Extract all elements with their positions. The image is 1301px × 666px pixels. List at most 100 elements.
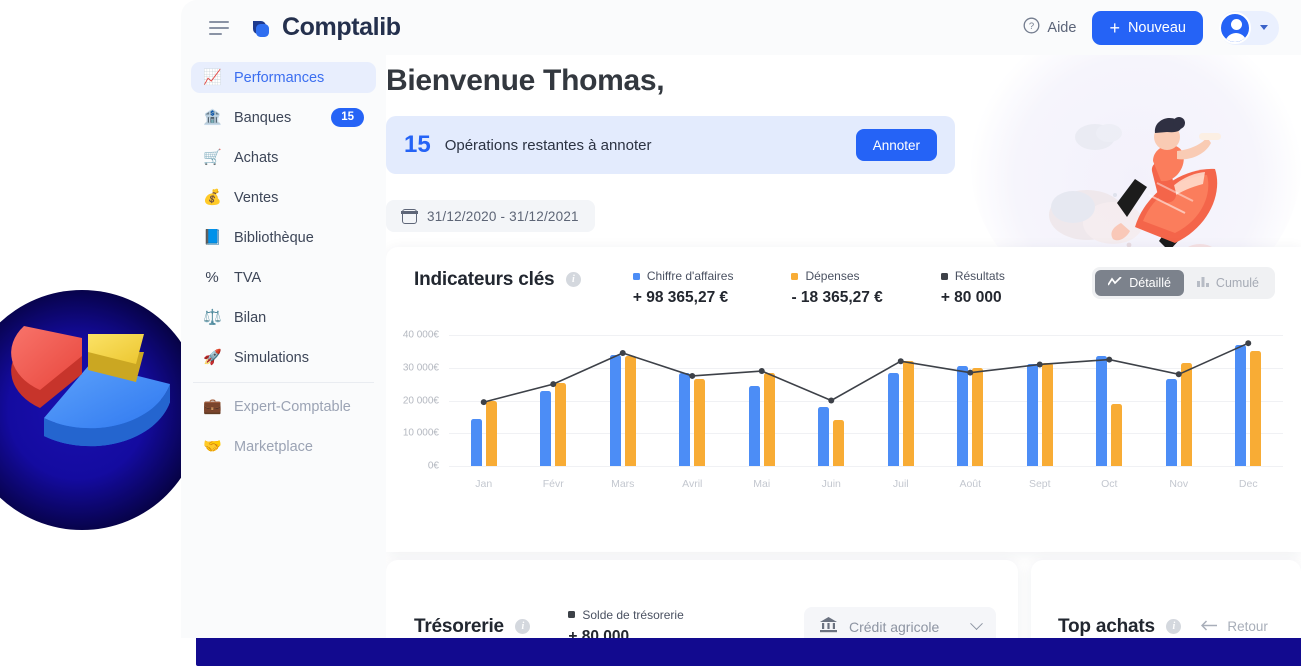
sidebar-item-ventes[interactable]: 💰 Ventes [191, 182, 376, 213]
nav-gap [181, 213, 386, 222]
plus-icon: + [1109, 17, 1120, 38]
kpi-value: - 18 365,27 € [791, 289, 883, 306]
sidebar-item-tva[interactable]: % TVA [191, 262, 376, 293]
sidebar: 📈 Performances 🏦 Banques 15 🛒 Achats 💰 V… [181, 55, 386, 638]
indicators-card: Indicateurs clés i Chiffre d'affaires + … [386, 247, 1301, 552]
sidebar-item-banques[interactable]: 🏦 Banques 15 [191, 102, 376, 133]
kpi-resultats: Résultats + 80 000 [940, 269, 1005, 307]
info-icon[interactable]: i [515, 618, 531, 634]
info-icon[interactable]: i [1166, 618, 1182, 634]
sidebar-item-label: Bilan [234, 309, 267, 326]
kpi-label-row: Solde de trésorerie [568, 607, 684, 622]
trend-line-icon [1107, 276, 1122, 290]
tresorerie-card: Trésorerie i Solde de trésorerie + 80 00… [386, 560, 1018, 638]
nav-gap [181, 422, 386, 431]
toggle-detailed[interactable]: Détaillé [1095, 270, 1184, 296]
kpi-label-row: Dépenses [791, 269, 882, 283]
sidebar-item-label: Banques [234, 109, 292, 126]
pending-count: 15 [404, 131, 431, 158]
calendar-icon [401, 208, 418, 224]
indicators-card-header: Indicateurs clés i Chiffre d'affaires + … [386, 247, 1301, 319]
sidebar-item-label: Performances [234, 69, 325, 86]
nav-gap [181, 253, 386, 262]
tresorerie-legend-label: Solde de trésorerie [582, 607, 684, 622]
kpi-list: Chiffre d'affaires + 98 365,27 € Dépense… [632, 269, 1005, 307]
hamburger-menu-icon[interactable] [209, 17, 229, 39]
kpi-depenses: Dépenses - 18 365,27 € [791, 269, 883, 307]
kpi-value: + 98 365,27 € [632, 289, 729, 306]
pending-text: Opérations restantes à annoter [444, 136, 652, 154]
date-range-text: 31/12/2020 - 31/12/2021 [427, 208, 579, 224]
top-achats-title: Top achats [1058, 615, 1155, 637]
legend-swatch-balance [568, 611, 576, 618]
bar-chart-icon [1196, 276, 1209, 290]
nav-gap [181, 293, 386, 302]
nav-gap [181, 93, 386, 102]
indicators-title-block: Indicateurs clés i [414, 269, 581, 291]
bottom-accent-strip [196, 638, 1301, 666]
brand-logo[interactable]: Comptalib [247, 13, 401, 42]
rocket-icon: 🚀 [203, 349, 222, 366]
nav-gap [181, 133, 386, 142]
back-button[interactable]: Retour [1201, 619, 1268, 634]
sidebar-item-label: Marketplace [234, 438, 313, 455]
sidebar-item-simulations[interactable]: 🚀 Simulations [191, 342, 376, 373]
sidebar-divider [193, 382, 374, 383]
sidebar-item-label: Achats [234, 149, 279, 166]
3d-pie-chart-illustration [0, 276, 202, 544]
brand-name: Comptalib [282, 13, 401, 41]
pending-operations-banner: 15 Opérations restantes à annoter Annote… [386, 116, 955, 174]
arrow-left-icon [1201, 619, 1218, 634]
bank-bowl-icon: 🏦 [203, 109, 222, 126]
sidebar-item-label: Bibliothèque [234, 229, 314, 246]
chart-increasing-icon: 📈 [203, 69, 222, 86]
chevron-down-icon [970, 617, 983, 631]
kpi-value: + 80 000 [940, 289, 1002, 306]
kpi-label: Dépenses [805, 269, 860, 283]
legend-swatch-revenue [632, 272, 640, 280]
sidebar-item-bibliotheque[interactable]: 📘 Bibliothèque [191, 222, 376, 253]
date-range-picker[interactable]: 31/12/2020 - 31/12/2021 [386, 200, 595, 232]
indicators-title: Indicateurs clés [414, 269, 555, 290]
kpi-label: Résultats [954, 269, 1005, 283]
sidebar-item-achats[interactable]: 🛒 Achats [191, 142, 376, 173]
user-avatar-icon [1219, 11, 1251, 44]
app-header: Comptalib ? Aide + Nouveau [181, 0, 1301, 55]
toggle-detailed-label: Détaillé [1129, 276, 1171, 290]
sidebar-item-label: TVA [234, 269, 262, 286]
nav-gap [181, 333, 386, 342]
sidebar-badge-banques: 15 [331, 108, 364, 127]
handshake-icon: 🤝 [203, 438, 222, 455]
shopping-cart-icon: 🛒 [203, 149, 222, 166]
balance-scale-icon: ⚖️ [203, 309, 222, 326]
kpi-label: Chiffre d'affaires [646, 269, 734, 283]
bank-selector[interactable]: Crédit agricole [804, 606, 996, 638]
legend-swatch-expenses [791, 272, 799, 280]
toggle-cumulated-label: Cumulé [1215, 276, 1259, 290]
sidebar-item-expert-comptable[interactable]: 💼 Expert-Comptable [191, 391, 376, 422]
nav-gap [181, 173, 386, 182]
sidebar-item-marketplace[interactable]: 🤝 Marketplace [191, 431, 376, 462]
info-icon[interactable]: i [565, 272, 581, 287]
sidebar-item-bilan[interactable]: ⚖️ Bilan [191, 302, 376, 333]
tresorerie-title: Trésorerie [414, 615, 504, 637]
screen-root: Comptalib ? Aide + Nouveau 📈 Performance… [0, 0, 1301, 666]
new-button[interactable]: + Nouveau [1092, 10, 1203, 45]
help-label: Aide [1047, 19, 1077, 36]
main-content: Bienvenue Thomas, 15 Opérations restante… [386, 55, 1301, 638]
top-achats-title-block: Top achats i [1058, 615, 1182, 638]
kpi-label-row: Résultats [940, 269, 1005, 283]
sidebar-item-performances[interactable]: 📈 Performances [191, 62, 376, 93]
annotate-button[interactable]: Annoter [855, 129, 937, 161]
toggle-cumulated[interactable]: Cumulé [1184, 270, 1272, 296]
back-label: Retour [1227, 619, 1268, 634]
help-button[interactable]: ? Aide [1023, 17, 1076, 38]
tresorerie-kpi: Solde de trésorerie + 80 000 [568, 607, 684, 638]
bank-building-icon [819, 616, 838, 638]
new-button-label: Nouveau [1127, 19, 1186, 36]
bank-name: Crédit agricole [849, 618, 940, 635]
account-menu[interactable] [1219, 10, 1279, 45]
tresorerie-title-block: Trésorerie i [414, 615, 531, 638]
kpi-label-row: Chiffre d'affaires [632, 269, 734, 283]
question-circle-icon: ? [1023, 17, 1040, 38]
